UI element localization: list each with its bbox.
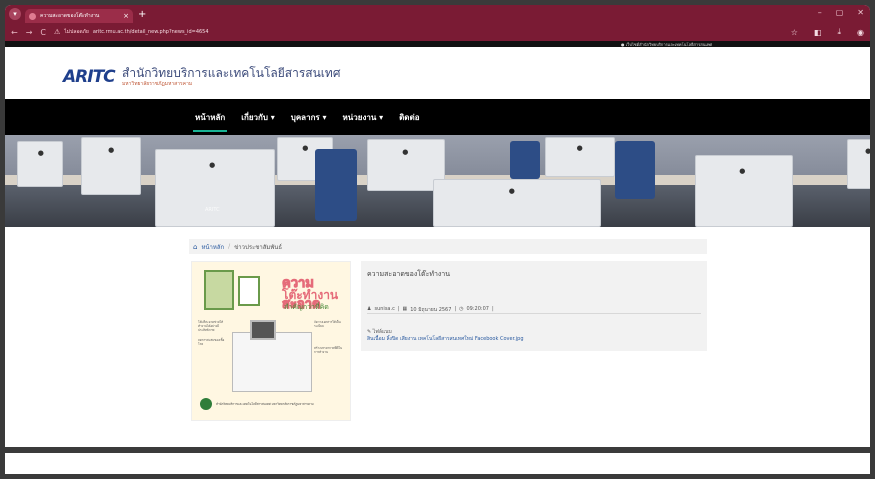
poster-pinboard bbox=[204, 270, 234, 310]
banner-monitor bbox=[155, 149, 275, 227]
poster-note: จัดวางเอกสารให้เป็นระเบียบ bbox=[314, 320, 341, 328]
not-secure-label[interactable]: ไม่ปลอดภัย bbox=[64, 28, 89, 36]
poster-shelf bbox=[238, 276, 260, 306]
site-subtitle: มหาวิทยาลัยราชภัฏมหาสารคาม bbox=[122, 81, 193, 87]
nav-item-about[interactable]: เกี่ยวกับ ▾ bbox=[241, 99, 274, 135]
favicon-icon bbox=[29, 12, 36, 20]
logo[interactable]: ARITC bbox=[63, 63, 116, 87]
banner-chair bbox=[315, 149, 357, 221]
minimize-icon[interactable]: – bbox=[818, 8, 822, 17]
poster-desk-illustration bbox=[232, 332, 312, 392]
tab-title: ความสะอาดของโต๊ะทำงาน bbox=[40, 13, 100, 19]
tab-close-icon[interactable]: × bbox=[123, 12, 129, 20]
window-controls: – ▢ ✕ bbox=[818, 8, 864, 17]
news-detail-card: ความสะอาดของโต๊ะทำงาน ♟ sunisa.c | ▦ 10 … bbox=[361, 261, 707, 351]
profile-icon[interactable]: ◉ bbox=[857, 28, 864, 37]
reload-icon[interactable]: C bbox=[40, 28, 46, 37]
banner-monitor bbox=[847, 139, 870, 189]
download-icon[interactable]: ⤓ bbox=[837, 27, 841, 37]
banner-chair bbox=[615, 141, 655, 199]
poster-monitor-illustration bbox=[250, 320, 276, 340]
nav-item-staff[interactable]: บุคลากร ▾ bbox=[291, 99, 327, 135]
logo-text: ARITC bbox=[63, 67, 116, 87]
nav-item-units[interactable]: หน่วยงาน ▾ bbox=[343, 99, 384, 135]
maximize-icon[interactable]: ▢ bbox=[836, 8, 844, 17]
banner-chair bbox=[510, 141, 540, 179]
banner-monitor bbox=[433, 179, 601, 227]
main-content: ⌂ หน้าหลัก / ข่าวประชาสัมพันธ์ ความสะอาด… bbox=[5, 227, 870, 453]
banner-image: ARITC bbox=[5, 135, 870, 227]
tab-strip: ▾ ความสะอาดของโต๊ะทำงาน × + – ▢ ✕ bbox=[5, 5, 870, 23]
extensions-icon[interactable]: ◧ bbox=[814, 28, 822, 37]
banner-monitor bbox=[17, 141, 63, 187]
poster-note: ลดการสะสมของเชื้อโรค bbox=[198, 338, 225, 346]
banner-monitor bbox=[545, 137, 615, 177]
breadcrumb: ⌂ หน้าหลัก / ข่าวประชาสัมพันธ์ bbox=[189, 239, 707, 254]
news-poster-image[interactable]: ความสะอาด โต๊ะทำงาน สำคัญกว่าที่คิด โต๊ะ… bbox=[191, 261, 351, 421]
breadcrumb-home-link[interactable]: หน้าหลัก bbox=[201, 242, 224, 252]
poster-logo-icon bbox=[200, 398, 212, 410]
breadcrumb-separator: / bbox=[228, 243, 231, 250]
breadcrumb-current: ข่าวประชาสัมพันธ์ bbox=[234, 243, 283, 251]
browser-tab[interactable]: ความสะอาดของโต๊ะทำงาน × bbox=[25, 9, 133, 23]
nav-item-contact[interactable]: ติดต่อ bbox=[399, 99, 419, 135]
banner-monitor bbox=[81, 137, 141, 195]
banner-label: ARITC bbox=[205, 207, 220, 213]
forward-icon[interactable]: → bbox=[26, 28, 33, 37]
url-input[interactable]: ⚠ ไม่ปลอดภัย aritc.rmu.ac.th/detail_new.… bbox=[54, 26, 775, 38]
window-menu-icon[interactable]: ▾ bbox=[9, 8, 21, 20]
close-window-icon[interactable]: ✕ bbox=[857, 8, 864, 17]
poster-heading-3: สำคัญกว่าที่คิด bbox=[284, 303, 329, 311]
nav-item-home[interactable]: หน้าหลัก bbox=[192, 99, 228, 135]
back-icon[interactable]: ← bbox=[11, 28, 18, 37]
url-text[interactable]: aritc.rmu.ac.th/detail_new.php?news_id=4… bbox=[93, 29, 209, 35]
main-nav: หน้าหลัก เกี่ยวกับ ▾ บุคลากร ▾ หน่วยงาน … bbox=[5, 99, 870, 135]
attachment-link[interactable]: สินเนื้อม ลิ้งปิด เสียงาน เทคโนโลยีสารสน… bbox=[367, 335, 524, 343]
divider bbox=[367, 313, 701, 314]
news-title: ความสะอาดของโต๊ะทำงาน bbox=[367, 270, 451, 278]
poster-note: สร้างบรรยากาศที่ดีในการทำงาน bbox=[314, 346, 343, 354]
new-tab-button[interactable]: + bbox=[138, 9, 146, 20]
page-footer bbox=[5, 447, 870, 453]
site-header: ARITC สำนักวิทยบริการและเทคโนโลยีสารสนเท… bbox=[5, 47, 870, 99]
poster-footer: สำนักวิทยบริการและเทคโนโลยีสารสนเทศ มหาว… bbox=[216, 402, 314, 406]
poster-note: โต๊ะที่สะอาดช่วยให้ทำงานได้อย่างมีประสิท… bbox=[198, 320, 223, 332]
browser-window: ▾ ความสะอาดของโต๊ะทำงาน × + – ▢ ✕ ← → C … bbox=[5, 5, 870, 474]
home-icon[interactable]: ⌂ bbox=[193, 243, 197, 251]
bookmark-star-icon[interactable]: ☆ bbox=[791, 28, 798, 37]
warning-icon[interactable]: ⚠ bbox=[54, 28, 60, 36]
banner-monitor bbox=[695, 155, 793, 227]
address-bar: ← → C ⚠ ไม่ปลอดภัย aritc.rmu.ac.th/detai… bbox=[5, 23, 870, 41]
